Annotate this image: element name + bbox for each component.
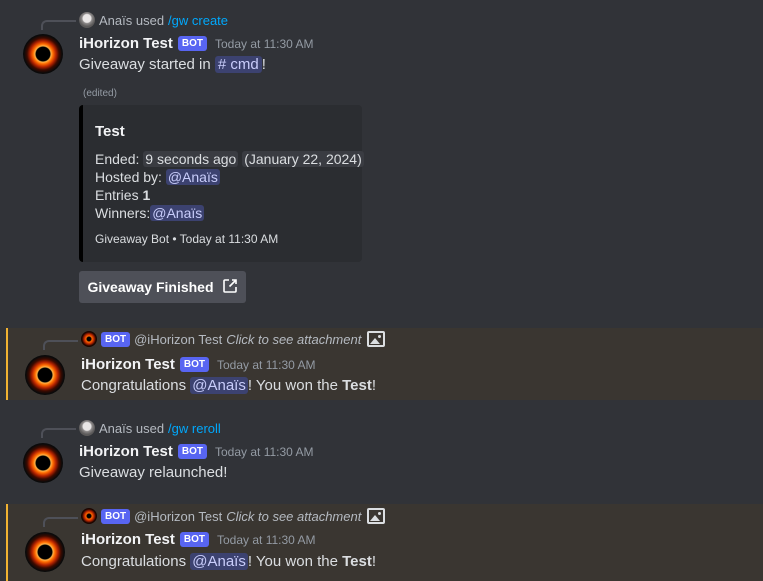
reply-connector: [41, 20, 76, 30]
winner-mention[interactable]: @Anaïs: [150, 205, 205, 221]
content-text: !: [371, 377, 377, 394]
mini-avatar: [79, 12, 95, 28]
bot-badge: BOT: [179, 357, 209, 372]
reply-user: Anaïs used: [99, 12, 165, 28]
mini-avatar: [79, 420, 95, 436]
prize-name: Test: [342, 553, 372, 570]
button-label: Giveaway Finished: [87, 279, 214, 295]
slash-command-link[interactable]: /gw create: [168, 13, 228, 28]
ended-label: Ended:: [95, 151, 140, 167]
reply-preview[interactable]: BOT @iHorizon Test Click to see attachme…: [81, 508, 386, 524]
bot-badge: BOT: [177, 444, 207, 459]
bot-badge: BOT: [101, 508, 131, 524]
message-winner: BOT @iHorizon Test Click to see attachme…: [6, 328, 763, 400]
hosted-label: Hosted by:: [95, 169, 162, 185]
embed-winners-line: Winners: @Anaïs: [95, 205, 205, 221]
content-text: Congratulations: [81, 377, 187, 394]
username[interactable]: iHorizon Test: [81, 356, 175, 373]
reply-connector: [41, 428, 76, 438]
username[interactable]: iHorizon Test: [79, 35, 173, 52]
slash-command-link[interactable]: /gw reroll: [168, 421, 221, 436]
bot-badge: BOT: [177, 36, 207, 51]
timestamp: Today at 11:30 AM: [217, 357, 316, 372]
reply-user: Anaïs used: [99, 420, 165, 436]
channel-mention[interactable]: # cmd: [214, 56, 262, 73]
reply-connector: [43, 340, 78, 350]
giveaway-embed: Test Ended: 9 seconds ago (January 22, 2…: [79, 105, 364, 262]
reply-attachment-text[interactable]: Click to see attachment: [226, 332, 361, 347]
content-text: ! You won the: [247, 553, 338, 570]
message-winner-reroll: BOT @iHorizon Test Click to see attachme…: [6, 504, 763, 581]
user-mention[interactable]: @Anaïs: [190, 553, 248, 570]
content-text: ! You won the: [247, 377, 338, 394]
embed-entries-line: Entries 1: [95, 187, 150, 203]
image-icon: [367, 331, 386, 347]
reply-user: @iHorizon Test: [134, 508, 223, 524]
user-mention[interactable]: @Anaïs: [190, 377, 248, 394]
reply-preview[interactable]: BOT @iHorizon Test Click to see attachme…: [81, 331, 386, 347]
reply-preview[interactable]: Anaïs used /gw create: [79, 12, 228, 28]
bot-badge: BOT: [179, 532, 209, 547]
avatar[interactable]: [23, 443, 63, 483]
embed-title: Test: [95, 123, 125, 140]
entries-label: Entries: [95, 187, 139, 203]
message-content: Giveaway relaunched!: [79, 464, 228, 481]
message-content: Giveaway started in # cmd!: [79, 56, 266, 73]
mini-avatar: [81, 331, 97, 347]
message-content: Congratulations @Anaïs! You won the Test…: [81, 553, 376, 570]
embed-footer: Giveaway Bot • Today at 11:30 AM: [95, 232, 279, 246]
avatar[interactable]: [23, 34, 63, 74]
message-reroll: Anaïs used /gw reroll iHorizon Test BOT …: [0, 410, 763, 500]
host-mention[interactable]: @Anaïs: [165, 169, 220, 185]
timestamp: Today at 11:30 AM: [215, 444, 314, 459]
ended-relative-time[interactable]: 9 seconds ago: [143, 151, 239, 167]
prize-name: Test: [342, 377, 372, 394]
bot-badge: BOT: [101, 331, 131, 347]
message-giveaway-start: Anaïs used /gw create iHorizon Test BOT …: [0, 0, 763, 315]
username[interactable]: iHorizon Test: [79, 443, 173, 460]
embed-ended-line: Ended: 9 seconds ago (January 22, 2024): [95, 151, 364, 167]
image-icon: [367, 508, 386, 524]
ended-date[interactable]: (January 22, 2024): [242, 151, 364, 167]
winners-label: Winners:: [95, 205, 151, 221]
content-text: !: [261, 56, 266, 73]
reply-user: @iHorizon Test: [134, 331, 223, 347]
content-text: !: [371, 553, 377, 570]
entries-value: 1: [142, 187, 151, 203]
username[interactable]: iHorizon Test: [81, 531, 175, 548]
content-text: Congratulations: [81, 553, 187, 570]
edited-label: (edited): [83, 88, 117, 99]
timestamp: Today at 11:30 AM: [217, 532, 316, 547]
giveaway-finished-button[interactable]: Giveaway Finished: [79, 271, 246, 303]
embed-hosted-line: Hosted by: @Anaïs: [95, 169, 220, 185]
message-content: Congratulations @Anaïs! You won the Test…: [81, 377, 376, 394]
external-link-icon: [222, 278, 238, 297]
avatar[interactable]: [25, 532, 65, 572]
timestamp: Today at 11:30 AM: [215, 36, 314, 51]
reply-attachment-text[interactable]: Click to see attachment: [226, 509, 361, 524]
reply-connector: [43, 517, 78, 527]
content-text: Giveaway started in: [79, 56, 211, 73]
mini-avatar: [81, 508, 97, 524]
reply-preview[interactable]: Anaïs used /gw reroll: [79, 420, 221, 436]
avatar[interactable]: [25, 355, 65, 395]
